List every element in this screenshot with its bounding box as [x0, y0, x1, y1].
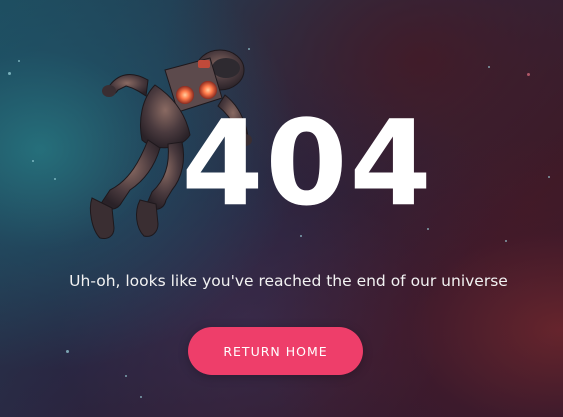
star	[300, 235, 302, 237]
star	[488, 66, 490, 68]
page-404: 404 Uh-oh, looks like you've reached the…	[0, 0, 563, 417]
star	[125, 375, 127, 377]
star	[505, 240, 507, 242]
return-home-button[interactable]: RETURN HOME	[188, 327, 363, 375]
star	[18, 60, 20, 62]
star	[8, 72, 11, 75]
error-code-heading: 404	[181, 94, 434, 232]
star	[140, 396, 142, 398]
star	[527, 73, 530, 76]
star	[66, 350, 69, 353]
error-message: Uh-oh, looks like you've reached the end…	[69, 272, 508, 290]
